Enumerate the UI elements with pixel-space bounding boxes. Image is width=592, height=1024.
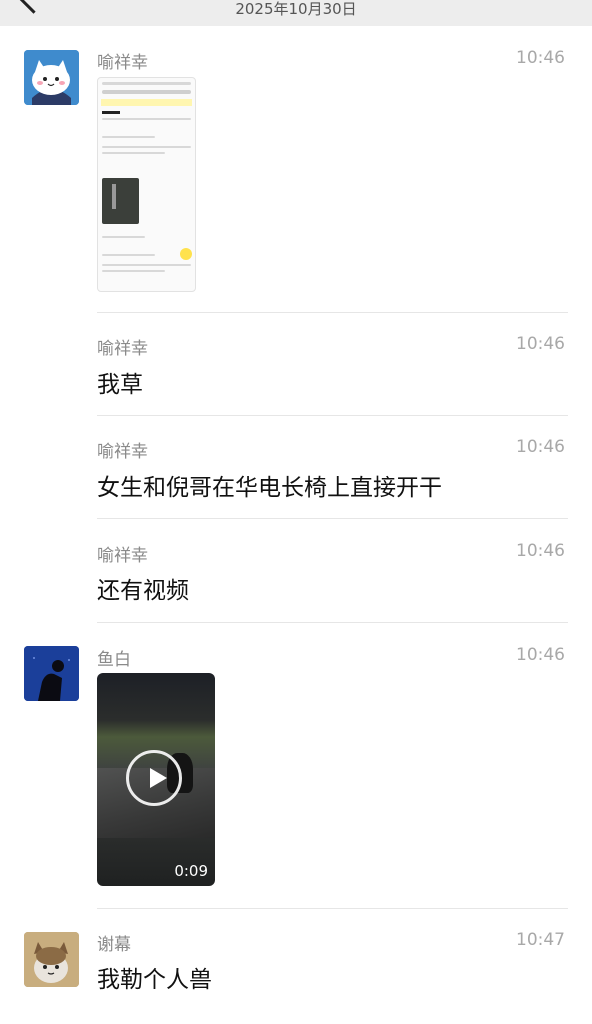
message-time: 10:46: [516, 48, 565, 68]
message-text: 女生和倪哥在华电长椅上直接开干: [97, 475, 442, 501]
message-time: 10:46: [516, 334, 565, 354]
top-bar: 2025年10月30日: [0, 0, 592, 26]
avatar[interactable]: [24, 646, 79, 701]
message-time: 10:46: [516, 541, 565, 561]
message-time: 10:46: [516, 645, 565, 665]
separator: [97, 518, 568, 519]
sender-name: 谢幕: [97, 935, 131, 955]
message-text: 我草: [97, 372, 143, 398]
sender-name: 喻祥幸: [97, 339, 148, 359]
separator: [97, 312, 568, 313]
sender-name: 喻祥幸: [97, 442, 148, 462]
play-icon[interactable]: [126, 750, 182, 806]
sender-name: 喻祥幸: [97, 546, 148, 566]
separator: [97, 415, 568, 416]
avatar[interactable]: [24, 50, 79, 105]
sender-name: 喻祥幸: [97, 53, 148, 73]
message-text: 还有视频: [97, 578, 189, 604]
separator: [97, 908, 568, 909]
message-time: 10:47: [516, 930, 565, 950]
message-text: 我勒个人兽: [97, 967, 212, 993]
image-message[interactable]: [97, 77, 196, 292]
date-header: 2025年10月30日: [235, 0, 357, 18]
message-time: 10:46: [516, 437, 565, 457]
video-duration: 0:09: [174, 862, 208, 880]
separator: [97, 622, 568, 623]
sender-name: 鱼白: [97, 650, 131, 670]
avatar[interactable]: [24, 932, 79, 987]
video-message[interactable]: 0:09: [97, 673, 215, 886]
